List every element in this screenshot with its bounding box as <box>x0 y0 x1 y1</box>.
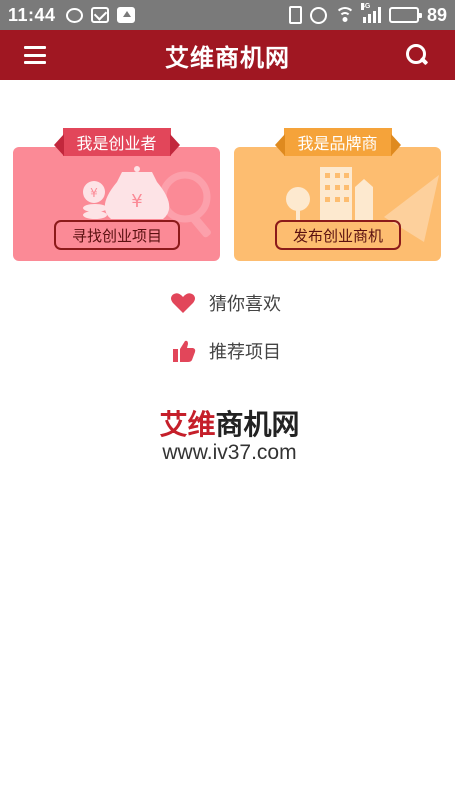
menu-icon-bar <box>24 53 46 57</box>
brand-card[interactable]: 发布创业商机 <box>234 147 441 261</box>
weibo-icon <box>65 7 83 23</box>
status-bar: 11:44 4G 89 <box>0 0 455 30</box>
status-time: 11:44 <box>8 4 56 25</box>
menu-icon-bar <box>24 46 46 49</box>
battery-percent: 89 <box>426 4 447 25</box>
brand-card-wrap: 我是品牌商 发布创业商机 <box>234 128 441 261</box>
page-title: 艾维商机网 <box>165 43 290 72</box>
entrepreneur-card[interactable]: ¥ ¥ 寻找创业项目 <box>13 147 220 261</box>
wifi-icon <box>334 7 355 23</box>
mail-icon <box>90 7 109 23</box>
menu-button[interactable] <box>24 46 46 64</box>
alarm-icon <box>309 6 327 24</box>
find-project-button[interactable]: 寻找创业项目 <box>54 220 180 250</box>
search-button[interactable] <box>405 43 429 67</box>
logo-url: www.iv37.com <box>162 441 297 464</box>
footer-logo: 艾维商机网 www.iv37.com <box>147 408 312 464</box>
svg-text:¥: ¥ <box>131 191 142 212</box>
entrepreneur-ribbon: 我是创业者 <box>53 128 180 156</box>
guess-you-like-label: 猜你喜欢 <box>209 294 281 315</box>
app-header: 艾维商机网 <box>0 30 455 80</box>
logo-text-part1: 艾维 <box>159 408 216 441</box>
brand-ribbon: 我是品牌商 <box>274 128 401 156</box>
logo-text-part2: 商机网 <box>215 408 300 441</box>
entrepreneur-card-wrap: 我是创业者 ¥ ¥ 寻找创业项目 <box>13 128 220 261</box>
recommended-projects-label: 推荐项目 <box>209 342 281 363</box>
thumbs-up-icon <box>173 340 196 362</box>
upload-icon <box>116 7 135 23</box>
vibrate-icon <box>288 6 302 24</box>
battery-icon <box>388 7 422 23</box>
network-type-label: 4G <box>360 3 371 10</box>
notification-icons <box>65 7 135 23</box>
svg-text:¥: ¥ <box>90 186 98 200</box>
status-indicators: 4G 89 <box>288 3 447 26</box>
heart-icon <box>171 293 195 313</box>
logo-wordmark: 艾维商机网 <box>147 408 312 442</box>
menu-icon-bar <box>24 61 46 64</box>
recommended-projects-link[interactable]: 推荐项目 <box>170 338 281 364</box>
publish-opportunity-button[interactable]: 发布创业商机 <box>275 220 401 250</box>
signal-icon: 4G <box>360 3 381 23</box>
guess-you-like-link[interactable]: 猜你喜欢 <box>170 290 281 316</box>
